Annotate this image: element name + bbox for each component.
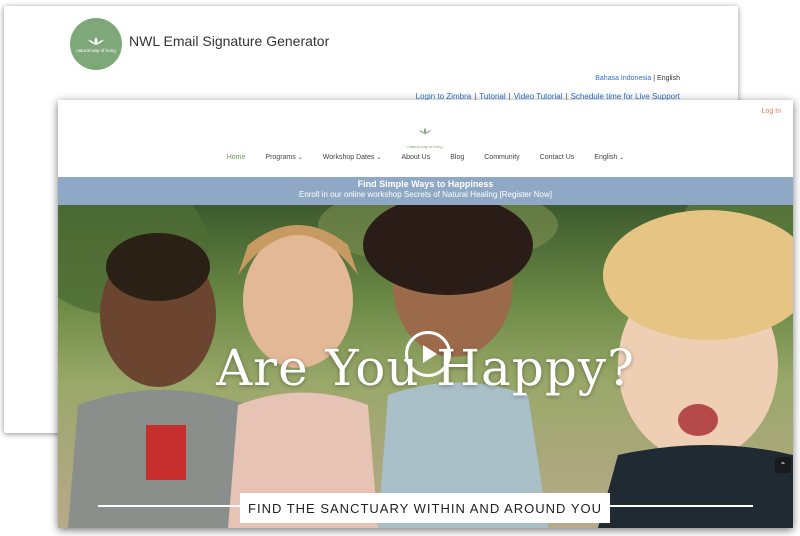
- banner-title: Find Simple Ways to Happiness: [357, 179, 494, 189]
- website-preview-window: Log In natural way of living Home Progra…: [58, 100, 793, 528]
- language-switcher: Bahasa Indonesia | English: [595, 75, 680, 82]
- site-logo[interactable]: natural way of living: [403, 127, 447, 153]
- language-option-indonesian[interactable]: Bahasa Indonesia: [595, 75, 651, 82]
- nav-label: Community: [484, 154, 520, 161]
- nav-item-community[interactable]: Community: [484, 154, 519, 168]
- nav-label: Workshop Dates: [322, 154, 375, 161]
- nav-label: Contact Us: [539, 154, 575, 161]
- hero-section: Are You Happy?: [58, 205, 793, 528]
- nav-item-blog[interactable]: Blog: [450, 154, 464, 168]
- nav-item-language[interactable]: English ⌄: [594, 154, 624, 168]
- nav-label: Home: [226, 154, 246, 161]
- login-link[interactable]: Log In: [762, 108, 781, 115]
- nav-label: English: [594, 154, 618, 161]
- chevron-up-icon: ⌃: [779, 460, 787, 470]
- nav-item-home[interactable]: Home: [227, 154, 246, 168]
- nav-item-workshop-dates[interactable]: Workshop Dates ⌄: [323, 154, 382, 168]
- lotus-icon: [418, 127, 432, 135]
- nav-label: About Us: [401, 154, 431, 161]
- main-nav: Home Programs ⌄ Workshop Dates ⌄ About Us …: [58, 154, 793, 168]
- nwl-logo: natural way of living: [70, 18, 122, 70]
- nav-item-contact-us[interactable]: Contact Us: [540, 154, 575, 168]
- logo-text: natural way of living: [76, 47, 116, 53]
- play-icon: [423, 345, 437, 363]
- nav-label: Blog: [450, 154, 465, 161]
- chevron-down-icon: ⌄: [297, 155, 303, 161]
- logo-text: natural way of living: [407, 144, 443, 149]
- page-title: NWL Email Signature Generator: [129, 33, 330, 49]
- language-separator: |: [653, 75, 656, 82]
- nav-item-programs[interactable]: Programs ⌄: [265, 154, 302, 168]
- announcement-banner[interactable]: Find Simple Ways to Happiness Enroll in …: [58, 177, 793, 205]
- play-video-button[interactable]: [405, 331, 451, 377]
- language-option-english[interactable]: English: [657, 75, 680, 82]
- scroll-to-top-button[interactable]: ⌃: [775, 457, 791, 473]
- nav-label: Programs: [265, 154, 296, 161]
- nav-item-about-us[interactable]: About Us: [401, 154, 430, 168]
- chevron-down-icon: ⌄: [619, 155, 625, 161]
- banner-subtitle[interactable]: Enroll in our online workshop Secrets of…: [58, 190, 793, 199]
- hero-tagline: FIND THE SANCTUARY WITHIN AND AROUND YOU: [240, 493, 610, 523]
- chevron-down-icon: ⌄: [376, 155, 382, 161]
- lotus-icon: [88, 36, 104, 45]
